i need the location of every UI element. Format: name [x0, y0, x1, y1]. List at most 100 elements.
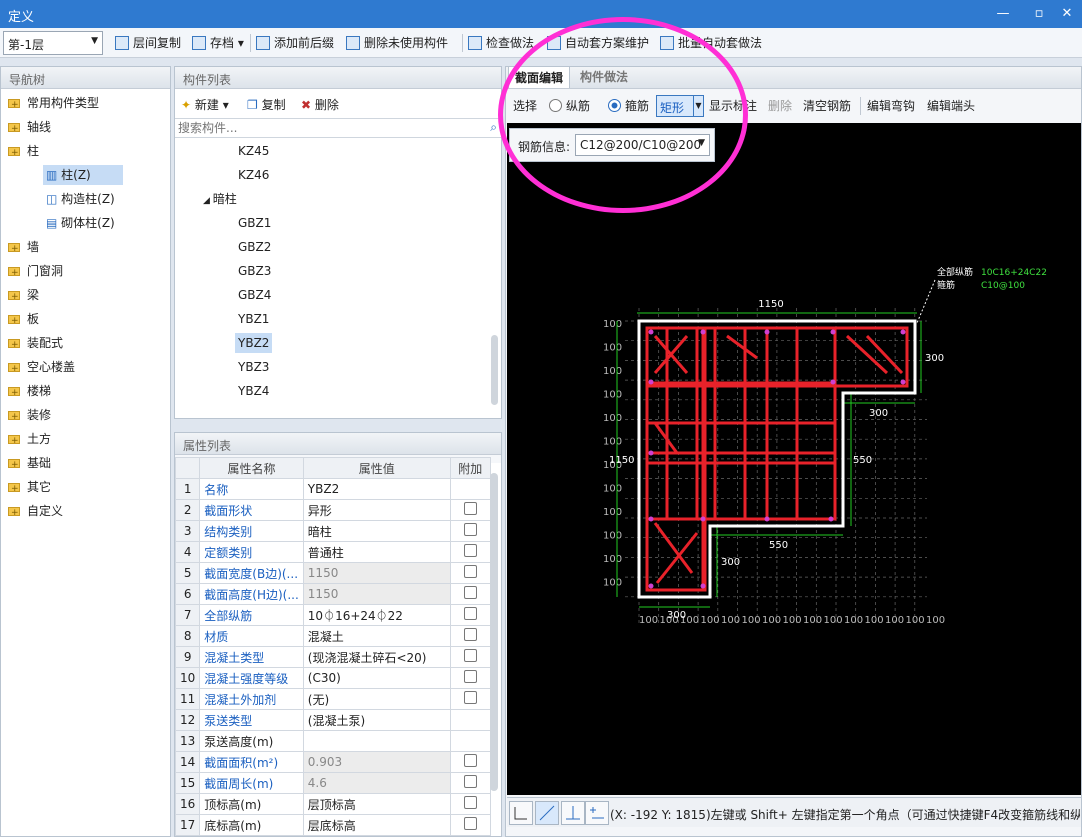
checkbox[interactable]	[463, 607, 477, 620]
tab-component-method[interactable]: 构件做法	[574, 66, 634, 88]
property-extra[interactable]	[449, 772, 491, 794]
checkbox[interactable]	[463, 817, 477, 830]
checkbox[interactable]	[463, 649, 477, 662]
list-item[interactable]: KZ46	[235, 165, 272, 185]
tree-item[interactable]: 常用构件类型	[8, 93, 99, 115]
property-value[interactable]: 0.903	[302, 751, 451, 773]
tree-item[interactable]: 楼梯	[8, 381, 51, 403]
table-row[interactable]: 4 定额类别 普通柱	[175, 541, 491, 563]
search-input[interactable]	[175, 119, 475, 137]
tree-item[interactable]: 其它	[8, 477, 51, 499]
list-scrollbar[interactable]	[491, 335, 498, 405]
clear-rebar-button[interactable]: 清空钢筋	[803, 96, 851, 116]
checkbox[interactable]	[463, 586, 477, 599]
list-item[interactable]: YBZ4	[235, 381, 272, 401]
list-item[interactable]: GBZ2	[235, 237, 274, 257]
property-extra[interactable]	[449, 499, 491, 521]
property-value[interactable]: (C30)	[302, 667, 451, 689]
tree-item[interactable]: 装修	[8, 405, 51, 427]
property-value[interactable]: 暗柱	[302, 520, 451, 542]
property-value[interactable]: (无)	[302, 688, 451, 710]
table-row[interactable]: 3 结构类别 暗柱	[175, 520, 491, 542]
checkbox[interactable]	[463, 754, 477, 767]
search-box[interactable]: ⌕	[175, 118, 501, 138]
property-extra[interactable]	[449, 793, 491, 815]
tree-item[interactable]: ▤ 砌体柱(Z)	[46, 213, 115, 233]
table-row[interactable]: 13 泵送高度(m)	[175, 730, 491, 752]
edit-hook-button[interactable]: 编辑弯钩	[867, 96, 915, 116]
new-button[interactable]: ✦ 新建 ▾	[181, 95, 229, 115]
minimize-icon[interactable]: —	[990, 2, 1016, 26]
property-value[interactable]: 层顶标高	[302, 793, 451, 815]
table-row[interactable]: 11 混凝土外加剂 (无)	[175, 688, 491, 710]
select-button[interactable]: 选择	[513, 96, 537, 116]
property-value[interactable]: (混凝土泵)	[302, 709, 451, 731]
property-value[interactable]: 1150	[302, 562, 451, 584]
table-row[interactable]: 8 材质 混凝土	[175, 625, 491, 647]
checkbox[interactable]	[463, 775, 477, 788]
property-extra[interactable]	[449, 709, 491, 731]
table-row[interactable]: 16 顶标高(m) 层顶标高	[175, 793, 491, 815]
checkbox[interactable]	[463, 565, 477, 578]
tree-item[interactable]: 轴线	[8, 117, 51, 139]
tree-item[interactable]: ◫ 构造柱(Z)	[46, 189, 115, 209]
tree-item-column[interactable]: ▥ 柱(Z)	[43, 165, 123, 185]
property-extra[interactable]	[449, 541, 491, 563]
property-extra[interactable]	[449, 478, 491, 500]
save-archive-button[interactable]: 存档 ▾	[192, 33, 244, 53]
ortho-icon[interactable]	[509, 801, 533, 825]
tree-item[interactable]: 墙	[8, 237, 39, 259]
close-icon[interactable]: ✕	[1054, 2, 1080, 26]
tree-item[interactable]: 自定义	[8, 501, 63, 523]
property-extra[interactable]	[449, 520, 491, 542]
edit-end-button[interactable]: 编辑端头	[927, 96, 975, 116]
table-row[interactable]: 17 底标高(m) 层底标高	[175, 814, 491, 836]
checkbox[interactable]	[463, 544, 477, 557]
checkbox[interactable]	[463, 628, 477, 641]
add-prefix-suffix-button[interactable]: 添加前后缀	[256, 33, 334, 53]
checkbox[interactable]	[463, 523, 477, 536]
tree-item[interactable]: 门窗洞	[8, 261, 63, 283]
radio-longitudinal[interactable]: 纵筋	[549, 96, 590, 116]
property-extra[interactable]	[449, 814, 491, 836]
checkbox[interactable]	[463, 502, 477, 515]
delete-button[interactable]: ✖ 删除	[301, 95, 339, 115]
property-value[interactable]	[302, 730, 451, 752]
table-row[interactable]: 12 泵送类型 (混凝土泵)	[175, 709, 491, 731]
tree-item[interactable]: 梁	[8, 285, 39, 307]
delete-rebar-button[interactable]: 删除	[768, 96, 792, 116]
list-group[interactable]: ◢ 暗柱	[203, 189, 237, 209]
auto-scheme-button[interactable]: 自动套方案维护	[547, 33, 649, 53]
list-item[interactable]: YBZ3	[235, 357, 272, 377]
delete-unused-button[interactable]: 删除未使用构件	[346, 33, 448, 53]
property-extra[interactable]	[449, 625, 491, 647]
check-method-button[interactable]: 检查做法	[468, 33, 534, 53]
table-row[interactable]: 15 截面周长(m) 4.6	[175, 772, 491, 794]
property-extra[interactable]	[449, 751, 491, 773]
checkbox[interactable]	[463, 691, 477, 704]
table-row[interactable]: 9 混凝土类型 (现浇混凝土碎石<20)	[175, 646, 491, 668]
list-item[interactable]: GBZ4	[235, 285, 274, 305]
table-row[interactable]: 7 全部纵筋 10⏀16+24⏀22	[175, 604, 491, 626]
list-item[interactable]: GBZ3	[235, 261, 274, 281]
batch-auto-button[interactable]: 批量自动套做法	[660, 33, 762, 53]
perpendicular-icon[interactable]	[561, 801, 585, 825]
property-value[interactable]: 1150	[302, 583, 451, 605]
property-extra[interactable]	[449, 688, 491, 710]
checkbox[interactable]	[463, 670, 477, 683]
property-value[interactable]: 异形	[302, 499, 451, 521]
list-item[interactable]: GBZ1	[235, 213, 274, 233]
property-extra[interactable]	[449, 562, 491, 584]
property-value[interactable]: 层底标高	[302, 814, 451, 836]
dimension-input-icon[interactable]	[585, 801, 609, 825]
show-label-button[interactable]: 显示标注	[709, 96, 757, 116]
copy-between-floors-button[interactable]: 层间复制	[115, 33, 181, 53]
search-icon[interactable]: ⌕	[490, 120, 497, 135]
property-value[interactable]: 10⏀16+24⏀22	[302, 604, 451, 626]
tree-item[interactable]: 装配式	[8, 333, 63, 355]
property-value[interactable]: 混凝土	[302, 625, 451, 647]
property-extra[interactable]	[449, 646, 491, 668]
list-item-selected[interactable]: YBZ2	[235, 333, 273, 353]
table-row[interactable]: 14 截面面积(m²) 0.903	[175, 751, 491, 773]
property-extra[interactable]	[449, 730, 491, 752]
